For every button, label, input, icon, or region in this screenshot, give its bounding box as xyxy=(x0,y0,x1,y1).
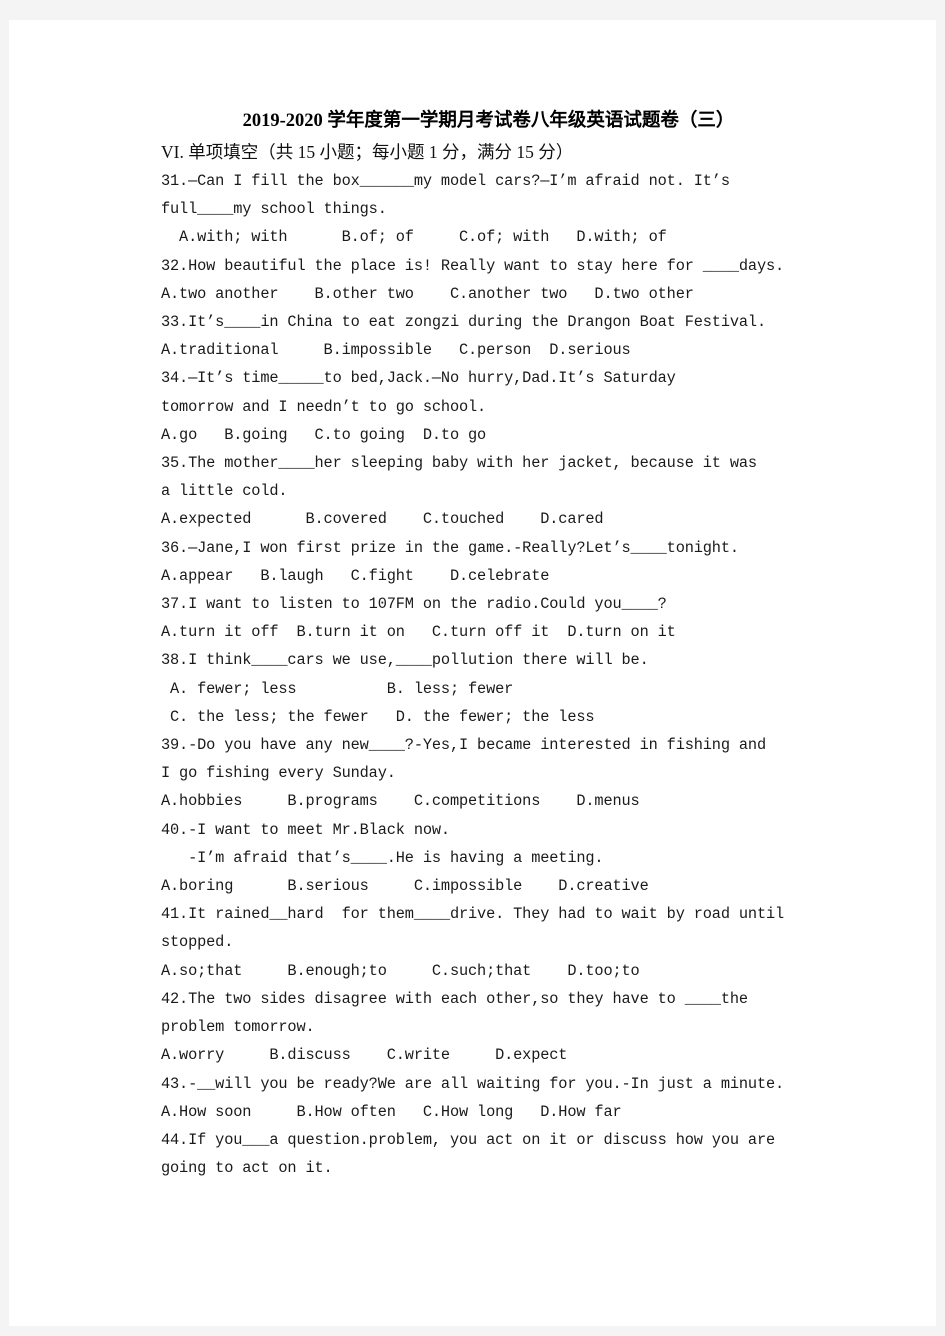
question-item: 35.The mother____her sleeping baby with … xyxy=(161,449,816,534)
question-stem-line: 40.-I want to meet Mr.Black now. xyxy=(161,820,450,839)
question-stem-line: 39.-Do you have any new____?-Yes,I becam… xyxy=(161,736,766,755)
question-options-line: C. the less; the fewer D. the fewer; the… xyxy=(161,707,595,726)
question-item: 40.-I want to meet Mr.Black now. -I’m af… xyxy=(161,816,816,901)
question-options-line: A.so;that B.enough;to C.such;that D.too;… xyxy=(161,961,640,980)
question-item: 44.If you___a question.problem, you act … xyxy=(161,1126,816,1182)
question-stem-line: 38.I think____cars we use,____pollution … xyxy=(161,651,649,670)
question-stem-line: tomorrow and I needn’t to go school. xyxy=(161,397,487,416)
question-options-line: A.go B.going C.to going D.to go xyxy=(161,425,487,444)
question-item: 36.—Jane,I won first prize in the game.-… xyxy=(161,534,816,590)
question-stem-line: stopped. xyxy=(161,933,234,952)
question-stem-line: full____my school things. xyxy=(161,200,387,219)
question-options-line: A.worry B.discuss C.write D.expect xyxy=(161,1046,568,1065)
question-item: 31.—Can I fill the box______my model car… xyxy=(161,167,816,252)
question-options-line: A.hobbies B.programs C.competitions D.me… xyxy=(161,792,640,811)
question-options-line: A.turn it off B.turn it on C.turn off it… xyxy=(161,623,676,642)
question-stem-line: 33.It’s____in China to eat zongzi during… xyxy=(161,313,766,332)
question-stem-line: going to act on it. xyxy=(161,1159,333,1178)
question-item: 41.It rained__hard for them____drive. Th… xyxy=(161,900,816,985)
question-stem-line: 32.How beautiful the place is! Really wa… xyxy=(161,256,785,275)
question-options-line: A. fewer; less B. less; fewer xyxy=(161,679,514,698)
page-title: 2019-2020 学年度第一学期月考试卷八年级英语试题卷（三） xyxy=(242,111,735,131)
document-page: 2019-2020 学年度第一学期月考试卷八年级英语试题卷（三） VI. 单项填… xyxy=(9,20,936,1326)
question-stem-line: I go fishing every Sunday. xyxy=(161,764,396,783)
question-item: 34.—It’s time_____to bed,Jack.—No hurry,… xyxy=(161,364,816,449)
question-item: 39.-Do you have any new____?-Yes,I becam… xyxy=(161,731,816,816)
question-options-line: A.boring B.serious C.impossible D.creati… xyxy=(161,877,649,896)
question-options-line: A.with; with B.of; of C.of; with D.with;… xyxy=(161,228,667,247)
question-item: 38.I think____cars we use,____pollution … xyxy=(161,646,816,731)
question-stem-line: 44.If you___a question.problem, you act … xyxy=(161,1130,776,1149)
section-heading: VI. 单项填空（共 15 小题；每小题 1 分，满分 15 分） xyxy=(161,142,574,162)
question-stem-line: 31.—Can I fill the box______my model car… xyxy=(161,172,730,190)
question-stem-line: 35.The mother____her sleeping baby with … xyxy=(161,454,757,473)
question-item: 33.It’s____in China to eat zongzi during… xyxy=(161,308,816,364)
question-options-line: A.expected B.covered C.touched D.cared xyxy=(161,510,604,529)
question-stem-line: 36.—Jane,I won first prize in the game.-… xyxy=(161,538,739,557)
question-item: 43.-__will you be ready?We are all waiti… xyxy=(161,1070,816,1126)
document-content: 2019-2020 学年度第一学期月考试卷八年级英语试题卷（三） VI. 单项填… xyxy=(161,106,816,1182)
question-stem-line: 34.—It’s time_____to bed,Jack.—No hurry,… xyxy=(161,369,676,388)
question-list: 31.—Can I fill the box______my model car… xyxy=(161,167,816,1182)
question-stem-line: 41.It rained__hard for them____drive. Th… xyxy=(161,905,785,924)
question-item: 37.I want to listen to 107FM on the radi… xyxy=(161,590,816,646)
question-item: 32.How beautiful the place is! Really wa… xyxy=(161,252,816,308)
question-options-line: A.traditional B.impossible C.person D.se… xyxy=(161,341,631,360)
question-stem-line: problem tomorrow. xyxy=(161,1018,315,1037)
question-stem-line: 37.I want to listen to 107FM on the radi… xyxy=(161,595,667,614)
question-options-line: A.How soon B.How often C.How long D.How … xyxy=(161,1102,622,1121)
question-stem-line: a little cold. xyxy=(161,482,288,501)
question-options-line: A.appear B.laugh C.fight D.celebrate xyxy=(161,566,550,585)
question-stem-line: -I’m afraid that’s____.He is having a me… xyxy=(161,848,604,867)
question-stem-line: 42.The two sides disagree with each othe… xyxy=(161,989,748,1008)
question-item: 42.The two sides disagree with each othe… xyxy=(161,985,816,1070)
question-options-line: A.two another B.other two C.another two … xyxy=(161,284,694,303)
question-stem-line: 43.-__will you be ready?We are all waiti… xyxy=(161,1074,785,1093)
